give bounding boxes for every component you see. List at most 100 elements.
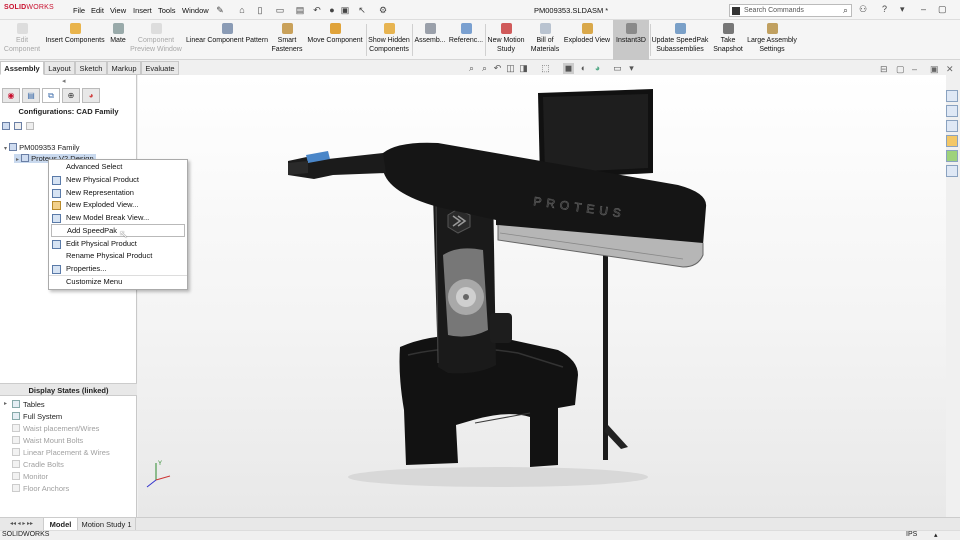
zoom-area-icon[interactable]: ⌕ — [479, 63, 490, 74]
design-library-icon[interactable] — [946, 105, 958, 117]
config-settings-icon[interactable] — [14, 122, 23, 130]
viewport-menu-icon[interactable]: ⊟ — [880, 64, 888, 75]
display-state-item[interactable]: Floor Anchors — [12, 484, 69, 493]
tree-root[interactable]: ▾ PM009353 Family — [4, 143, 80, 152]
help-dropdown-icon[interactable]: ▾ — [900, 4, 905, 15]
assembly-features-button[interactable]: Assemb... — [413, 20, 447, 60]
collapse-arrow-icon[interactable]: ▸ — [16, 157, 19, 163]
menu-insert[interactable]: Insert — [133, 6, 152, 15]
linear-component-pattern-button[interactable]: Linear Component Pattern — [185, 20, 269, 60]
solidworks-logo[interactable]: SOLIDWORKS — [4, 4, 54, 11]
viewport-split-icon[interactable]: ▢ — [896, 64, 905, 75]
undo-icon[interactable]: ↶ — [311, 4, 323, 16]
config-table-icon[interactable] — [26, 122, 35, 130]
menu-item-new-exploded-view[interactable]: New Exploded View... — [49, 199, 187, 212]
section-view-icon[interactable]: ◫ — [505, 63, 516, 74]
menu-item-advanced-select[interactable]: Advanced Select — [49, 161, 187, 174]
viewport-minimize-icon[interactable]: – — [912, 64, 917, 74]
pin-icon[interactable]: ✎ — [214, 4, 226, 16]
update-speedpak-button[interactable]: Update SpeedPak Subassemblies — [651, 20, 709, 60]
new-motion-study-button[interactable]: New Motion Study — [486, 20, 526, 60]
viewport-close-icon[interactable]: ✕ — [946, 64, 954, 75]
menu-item-rename-physical-product[interactable]: Rename Physical Product — [49, 250, 187, 263]
menu-edit[interactable]: Edit — [91, 6, 104, 15]
menu-item-customize-menu[interactable]: Customize Menu — [49, 276, 187, 289]
open-folder-icon[interactable]: ▭ — [274, 4, 286, 16]
menu-item-new-physical-product[interactable]: New Physical Product — [49, 174, 187, 187]
smart-fasteners-button[interactable]: Smart Fasteners — [270, 20, 304, 60]
tab-markup[interactable]: Markup — [107, 61, 141, 75]
view-settings-icon[interactable]: ▾ — [626, 63, 637, 74]
edit-component-button[interactable]: Edit Component — [2, 20, 42, 60]
menu-view[interactable]: View — [110, 6, 126, 15]
display-states-header[interactable]: Display States (linked) — [0, 383, 137, 396]
menu-item-new-representation[interactable]: New Representation — [49, 187, 187, 200]
dimxpert-tab[interactable]: ⊕ — [62, 88, 80, 103]
search-commands-box[interactable]: Search Commands ⌕ — [729, 4, 852, 17]
search-icon[interactable]: ⌕ — [843, 5, 848, 16]
new-document-icon[interactable]: ▯ — [254, 4, 266, 16]
help-icon[interactable]: ? — [882, 4, 887, 14]
reference-geometry-button[interactable]: Referenc... — [448, 20, 484, 60]
print-icon[interactable]: ▤ — [294, 4, 306, 16]
menu-item-new-model-break-view[interactable]: New Model Break View... — [49, 212, 187, 225]
tab-evaluate[interactable]: Evaluate — [141, 61, 179, 75]
bill-of-materials-button[interactable]: Bill of Materials — [528, 20, 562, 60]
component-preview-window-button[interactable]: Component Preview Window — [130, 20, 182, 60]
display-state-item[interactable]: Waist Mount Bolts — [12, 436, 83, 445]
menu-tools[interactable]: Tools — [158, 6, 176, 15]
menu-window[interactable]: Window — [182, 6, 209, 15]
view-orientation-icon[interactable]: ⬚ — [540, 63, 551, 74]
rebuild-icon[interactable]: ● — [326, 4, 338, 16]
home-icon[interactable]: ⌂ — [236, 4, 248, 16]
display-state-item[interactable]: Linear Placement & Wires — [12, 448, 110, 457]
graphics-area[interactable]: PROTEUS Y — [138, 75, 946, 517]
select-icon[interactable]: ↖ — [356, 4, 368, 16]
instant3d-button[interactable]: Instant3D — [613, 20, 649, 60]
display-state-item[interactable]: Waist placement/Wires — [12, 424, 99, 433]
display-manager-tab[interactable]: ◕ — [82, 88, 100, 103]
config-view-icon[interactable] — [2, 122, 10, 130]
appearance-icon[interactable]: ◕ — [592, 63, 603, 74]
propertymanager-tab[interactable]: ▤ — [22, 88, 40, 103]
display-style-icon[interactable]: ◼ — [563, 63, 574, 74]
appearances-icon[interactable] — [946, 150, 958, 162]
view-palette-icon[interactable] — [946, 135, 958, 147]
previous-view-icon[interactable]: ↶ — [492, 63, 503, 74]
large-assembly-settings-button[interactable]: Large Assembly Settings — [746, 20, 798, 60]
user-icon[interactable]: ⚇ — [859, 4, 867, 15]
minimize-icon[interactable]: – — [921, 4, 926, 14]
units-dropdown-icon[interactable]: ▴ — [934, 531, 938, 539]
dynamic-annotation-icon[interactable]: ◨ — [518, 63, 529, 74]
file-explorer-icon[interactable] — [946, 120, 958, 132]
custom-properties-icon[interactable] — [946, 165, 958, 177]
expand-arrow-icon[interactable]: ▾ — [4, 146, 7, 152]
tab-sketch[interactable]: Sketch — [75, 61, 107, 75]
save-icon[interactable]: ▣ — [339, 4, 351, 16]
restore-icon[interactable]: ▢ — [938, 4, 947, 15]
display-state-item[interactable]: Monitor — [12, 472, 48, 481]
units-indicator[interactable]: IPS — [906, 531, 917, 538]
insert-components-button[interactable]: Insert Components — [44, 20, 106, 60]
menu-item-properties[interactable]: Properties... — [49, 263, 187, 276]
scene-icon[interactable]: ▭ — [612, 63, 623, 74]
move-component-button[interactable]: Move Component — [305, 20, 365, 60]
menu-item-edit-physical-product[interactable]: Edit Physical Product — [49, 238, 187, 251]
display-state-item[interactable]: Full System — [12, 412, 62, 421]
tab-assembly[interactable]: Assembly — [0, 61, 44, 75]
collapse-arrow-icon[interactable]: ◂ — [62, 77, 66, 85]
menu-file[interactable]: File — [73, 6, 85, 15]
menu-item-add-speedpak[interactable]: Add SpeedPak — [51, 224, 185, 237]
options-icon[interactable]: ⚙ — [377, 4, 389, 16]
mate-button[interactable]: Mate — [107, 20, 129, 60]
hide-show-icon[interactable]: ◐ — [578, 63, 589, 74]
tables-expand-icon[interactable]: ▸ — [4, 400, 7, 407]
configurationmanager-tab[interactable]: ⧉ — [42, 88, 60, 103]
display-state-item[interactable]: Tables — [12, 400, 45, 409]
robot-model[interactable]: PROTEUS Y — [138, 75, 946, 517]
resources-icon[interactable] — [946, 90, 958, 102]
tab-layout[interactable]: Layout — [44, 61, 75, 75]
featuremanager-tab[interactable]: ◉ — [2, 88, 20, 103]
exploded-view-button[interactable]: Exploded View — [563, 20, 611, 60]
show-hidden-components-button[interactable]: Show Hidden Components — [367, 20, 411, 60]
